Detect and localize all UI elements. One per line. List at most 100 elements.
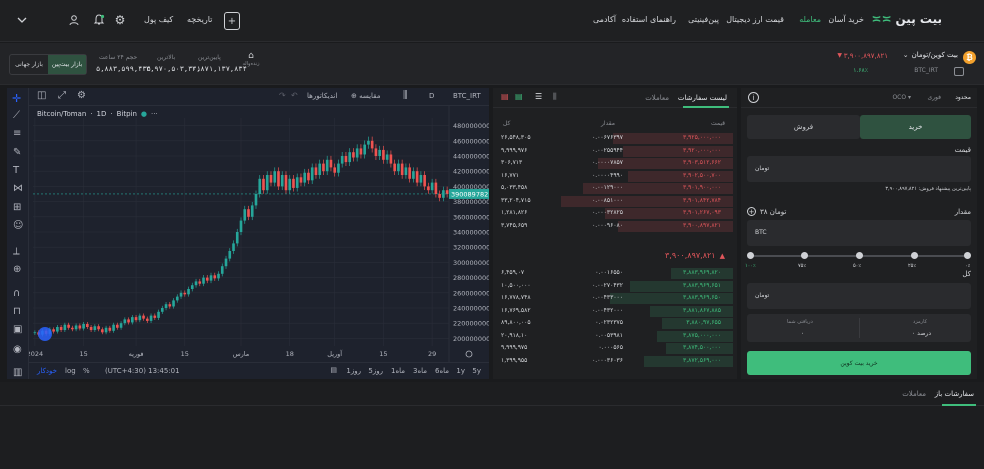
candle-body[interactable] <box>378 149 381 156</box>
candle-body[interactable] <box>220 266 224 274</box>
candle-body[interactable] <box>67 324 70 328</box>
candle-body[interactable] <box>434 182 438 194</box>
slider-dot[interactable] <box>911 252 918 259</box>
price-hint[interactable]: پایین‌ترین پیشنهاد فروش: ۳,۹۰۰,۸۹۷,۸۲۱ <box>885 186 971 192</box>
candle-body[interactable] <box>370 140 374 149</box>
candle-body[interactable] <box>164 304 168 308</box>
candle-body[interactable] <box>97 326 100 330</box>
range-5y[interactable]: 5y <box>472 367 481 375</box>
candle-body[interactable] <box>71 327 74 330</box>
nav-pinfinity[interactable]: پین‌فینیتی <box>688 15 719 24</box>
candle-body[interactable] <box>284 175 288 191</box>
amount-slider[interactable] <box>747 252 971 260</box>
fullscreen-icon[interactable]: ⤢ <box>58 90 66 101</box>
candle-body[interactable] <box>265 175 269 191</box>
candle-body[interactable] <box>198 281 202 284</box>
candle-body[interactable] <box>337 163 340 173</box>
candle-body[interactable] <box>363 144 366 155</box>
candle-body[interactable] <box>235 232 239 244</box>
candle-body[interactable] <box>142 315 145 319</box>
candle-body[interactable] <box>217 273 220 279</box>
candle-body[interactable] <box>145 318 149 321</box>
candle-body[interactable] <box>112 324 115 331</box>
view-asks-icon[interactable]: ☰ <box>535 92 542 101</box>
gear-icon[interactable]: ⚙ <box>113 13 127 27</box>
candle-body[interactable] <box>288 178 292 191</box>
nav-trade[interactable]: معامله <box>799 15 821 24</box>
nav-guide[interactable]: راهنمای استفاده <box>622 15 676 24</box>
candle-body[interactable] <box>213 275 217 279</box>
bid-row[interactable]: ۳,۸۸۰,۹۷,۶۵۵ ۰.۰۲۳۲۳۷۵ ۸۹,۸۰۰,۰۰۵ <box>493 318 733 329</box>
candle-body[interactable] <box>134 317 138 321</box>
lines-icon[interactable]: ≡ <box>13 128 21 139</box>
ask-row[interactable]: ۳,۹۰۱,۲۶۷,۰۹۳ ۰.۰۰۰۳۲۸۲۵ ۱,۲۸۱,۸۲۶ <box>493 208 733 219</box>
trendline-icon[interactable]: ⟋ <box>13 110 20 121</box>
emoji-icon[interactable]: ☺ <box>13 220 23 231</box>
expand-icon[interactable] <box>954 67 964 76</box>
compare-button[interactable]: ⊕ مقایسه <box>351 92 380 100</box>
candle-body[interactable] <box>247 209 250 217</box>
candle-body[interactable] <box>412 171 415 179</box>
candle-body[interactable] <box>172 300 175 307</box>
candle-body[interactable] <box>340 156 344 164</box>
bid-row[interactable]: ۳,۸۷۲,۵۶۹,۰۰۰ ۰.۰۰۰۳۶۰۳۶ ۱,۳۹۹,۹۵۵ <box>493 355 733 367</box>
ask-row[interactable]: ۳,۹۲۰,۰۰۰,۰۰۰ ۰.۰۰۲۵۵۹۴۴ ۹,۹۹۹,۹۷۶ <box>493 145 733 157</box>
candle-body[interactable] <box>310 167 314 181</box>
candle-body[interactable] <box>78 325 82 329</box>
candle-body[interactable] <box>348 152 351 163</box>
candle-body[interactable] <box>254 194 258 206</box>
candle-body[interactable] <box>374 148 378 156</box>
ask-row[interactable]: ۳,۹۰۱,۸۴۲,۷۸۴ ۰.۰۰۸۵۱۰۰۰ ۳۳,۲۰۴,۷۱۵ <box>493 195 733 207</box>
range-1y[interactable]: 1y <box>456 367 465 375</box>
candle-body[interactable] <box>318 163 322 175</box>
crosshair-icon[interactable]: ✛ <box>12 92 21 105</box>
candle-body[interactable] <box>108 327 112 331</box>
ask-row[interactable]: ۳,۹۰۳,۵۱۲,۶۶۲ ۰.۰۰۰۰۷۸۵۷ ۳۰۶,۷۱۳ <box>493 158 733 169</box>
pair-selector[interactable]: بیت کوین/تومان ⌄ <box>903 51 958 59</box>
candle-body[interactable] <box>333 167 337 173</box>
slider-dot[interactable] <box>747 252 754 259</box>
candle-body[interactable] <box>52 329 55 332</box>
candle-body[interactable] <box>427 186 430 191</box>
sell-tab-button[interactable]: فروش <box>747 115 860 139</box>
range-6m[interactable]: 6ماه <box>435 367 449 375</box>
user-icon[interactable] <box>67 13 81 27</box>
candle-body[interactable] <box>224 258 228 267</box>
candle-body[interactable] <box>190 285 194 289</box>
market-global-tab[interactable]: بازار جهانی <box>10 55 48 74</box>
add-icon[interactable]: + <box>224 12 240 30</box>
bell-icon[interactable] <box>92 13 106 27</box>
candle-body[interactable] <box>205 277 209 281</box>
candle-body[interactable] <box>86 323 89 327</box>
redo-icon[interactable]: ↷ <box>279 91 286 100</box>
ask-row[interactable]: ۳,۹۲۵,۰۰۰,۰۰۰ ۰.۰۰۶۷۶۳۹۷ ۲۶,۵۴۸,۳۰۵ <box>493 133 733 144</box>
candle-body[interactable] <box>367 140 370 145</box>
candle-body[interactable] <box>404 167 408 175</box>
candle-body[interactable] <box>232 243 235 251</box>
candle-body[interactable] <box>389 154 393 164</box>
candle-body[interactable] <box>269 175 273 183</box>
range-1m[interactable]: 1ماه <box>391 367 405 375</box>
bid-row[interactable]: ۳,۸۷۴,۵۰۰,۰۰۰ ۰.۰۰۰۵۶۵ ۹,۹۹۹,۹۷۵ <box>493 343 733 354</box>
candle-body[interactable] <box>194 281 198 286</box>
candle-body[interactable] <box>153 315 157 318</box>
range-3m[interactable]: 3ماه <box>413 367 427 375</box>
candle-body[interactable] <box>119 323 123 328</box>
candle-body[interactable] <box>160 308 164 312</box>
candle-body[interactable] <box>243 209 247 221</box>
candle-body[interactable] <box>175 296 179 301</box>
candle-body[interactable] <box>325 159 329 172</box>
candle-body[interactable] <box>149 315 153 321</box>
info-icon[interactable]: i <box>748 92 759 103</box>
nav-prices[interactable]: قیمت ارز دیجیتال <box>726 15 784 24</box>
range-1d[interactable]: 1روز <box>346 367 361 375</box>
candle-body[interactable] <box>295 177 299 188</box>
slider-dot[interactable] <box>801 252 808 259</box>
bid-row[interactable]: ۳,۸۸۳,۹۶۹,۸۲۰ ۰.۰۰۱۶۵۵۰ ۶,۴۵۹,۰۷ <box>493 268 733 279</box>
text-icon[interactable]: T <box>13 165 19 176</box>
ask-row[interactable]: ۳,۹۰۰,۸۹۷,۸۲۱ ۰.۰۰۰۹۶۰۸۰ ۳,۷۴۵,۶۵۹ <box>493 220 733 232</box>
candle-body[interactable] <box>314 167 318 175</box>
candle-body[interactable] <box>187 289 190 295</box>
buy-bitcoin-button[interactable]: خرید بیت کوین <box>747 351 971 375</box>
candle-body[interactable] <box>299 177 303 183</box>
